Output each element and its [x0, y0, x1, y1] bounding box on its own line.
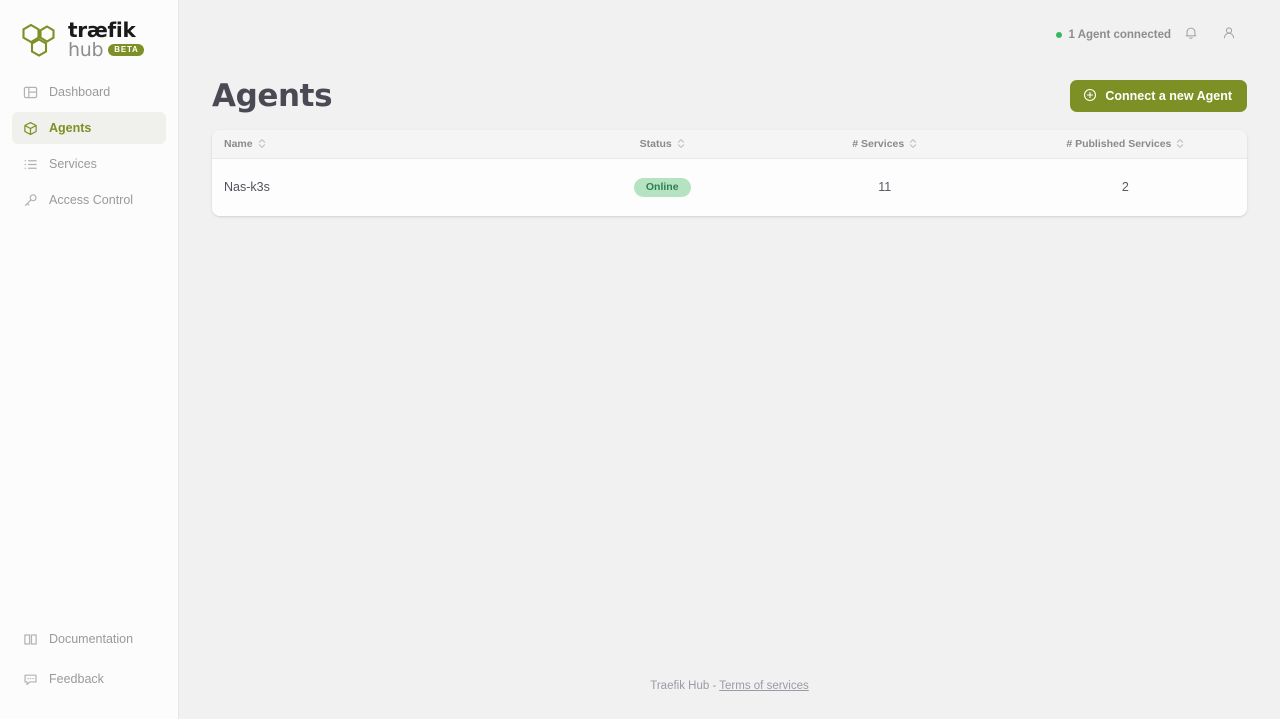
connect-new-agent-label: Connect a new Agent — [1105, 89, 1232, 103]
sidebar-item-label: Services — [49, 157, 97, 171]
brand-name-secondary: hub — [68, 38, 104, 61]
column-header-services[interactable]: # Services — [765, 130, 1004, 159]
cube-icon — [22, 120, 38, 136]
traefik-hexagon-logo-icon — [20, 23, 60, 57]
cell-status: Online — [558, 158, 766, 216]
sort-icon — [258, 138, 266, 149]
sidebar-item-dashboard[interactable]: Dashboard — [12, 76, 166, 108]
sidebar-item-label: Agents — [49, 121, 92, 135]
page-header: Agents Connect a new Agent — [212, 70, 1247, 122]
main-area: 1 Agent connected Agents Connect a new A… — [179, 0, 1280, 719]
bell-icon — [1183, 25, 1199, 46]
sidebar-item-label: Feedback — [49, 672, 104, 686]
column-header-label: # Services — [852, 137, 905, 150]
chat-icon — [22, 671, 38, 687]
primary-navigation: Dashboard Agents Services Access Control — [0, 76, 178, 220]
cell-published-services-count: 2 — [1003, 158, 1247, 216]
top-bar: 1 Agent connected — [179, 0, 1280, 70]
footer-text: Traefik Hub - — [650, 680, 720, 692]
brand-name-primary: træfik — [68, 17, 136, 42]
sidebar-item-label: Access Control — [49, 193, 134, 207]
connect-new-agent-button[interactable]: Connect a new Agent — [1070, 80, 1247, 112]
cell-agent-name: Nas-k3s — [212, 158, 559, 216]
column-header-label: # Published Services — [1066, 137, 1172, 150]
status-dot-icon — [1055, 32, 1062, 38]
page-content: Agents Connect a new Agent Name Status #… — [179, 70, 1280, 216]
status-badge: Online — [633, 177, 691, 197]
key-icon — [22, 192, 38, 208]
account-button[interactable] — [1211, 17, 1247, 53]
column-header-published-services[interactable]: # Published Services — [1003, 130, 1247, 159]
secondary-navigation: Documentation Feedback — [0, 623, 178, 719]
table-row[interactable]: Nas-k3s Online 11 2 — [212, 158, 1247, 216]
terms-of-services-link[interactable]: Terms of services — [719, 680, 808, 692]
beta-badge: BETA — [108, 44, 144, 56]
column-header-label: Name — [224, 137, 253, 150]
agents-connected-label: 1 Agent connected — [1068, 29, 1171, 41]
sidebar-item-label: Documentation — [49, 632, 134, 646]
brand-logo[interactable]: træfik hub BETA — [0, 0, 178, 62]
sidebar-item-label: Dashboard — [49, 85, 111, 99]
layout-icon — [22, 84, 38, 100]
column-header-label: Status — [639, 137, 672, 150]
sidebar-item-services[interactable]: Services — [12, 148, 166, 180]
cell-services-count: 11 — [765, 158, 1004, 216]
footer: Traefik Hub - Terms of services — [179, 680, 1280, 692]
plus-circle-icon — [1083, 88, 1097, 105]
app-root: træfik hub BETA Dashboard Agents Service… — [0, 0, 1280, 719]
sort-icon — [677, 138, 685, 149]
sidebar: træfik hub BETA Dashboard Agents Service… — [0, 0, 179, 719]
table-header-row: Name Status # Services # Published Servi… — [212, 130, 1247, 159]
sidebar-item-feedback[interactable]: Feedback — [12, 663, 166, 695]
sort-icon — [909, 138, 917, 149]
book-icon — [22, 631, 38, 647]
sidebar-item-access-control[interactable]: Access Control — [12, 184, 166, 216]
column-header-name[interactable]: Name — [212, 130, 559, 159]
agents-table: Name Status # Services # Published Servi… — [212, 130, 1247, 216]
sidebar-item-agents[interactable]: Agents — [12, 112, 166, 144]
column-header-status[interactable]: Status — [558, 130, 766, 159]
user-icon — [1221, 25, 1237, 46]
notifications-button[interactable] — [1173, 17, 1209, 53]
table-header: Name Status # Services # Published Servi… — [212, 130, 1247, 159]
sort-icon — [1176, 138, 1184, 149]
page-title: Agents — [212, 78, 333, 114]
brand-wordmark: træfik hub BETA — [68, 20, 144, 60]
sidebar-item-documentation[interactable]: Documentation — [12, 623, 166, 655]
agents-connected-status: 1 Agent connected — [1055, 29, 1171, 41]
agents-table-card: Name Status # Services # Published Servi… — [212, 130, 1247, 216]
table-body: Nas-k3s Online 11 2 — [212, 158, 1247, 216]
list-icon — [22, 156, 38, 172]
